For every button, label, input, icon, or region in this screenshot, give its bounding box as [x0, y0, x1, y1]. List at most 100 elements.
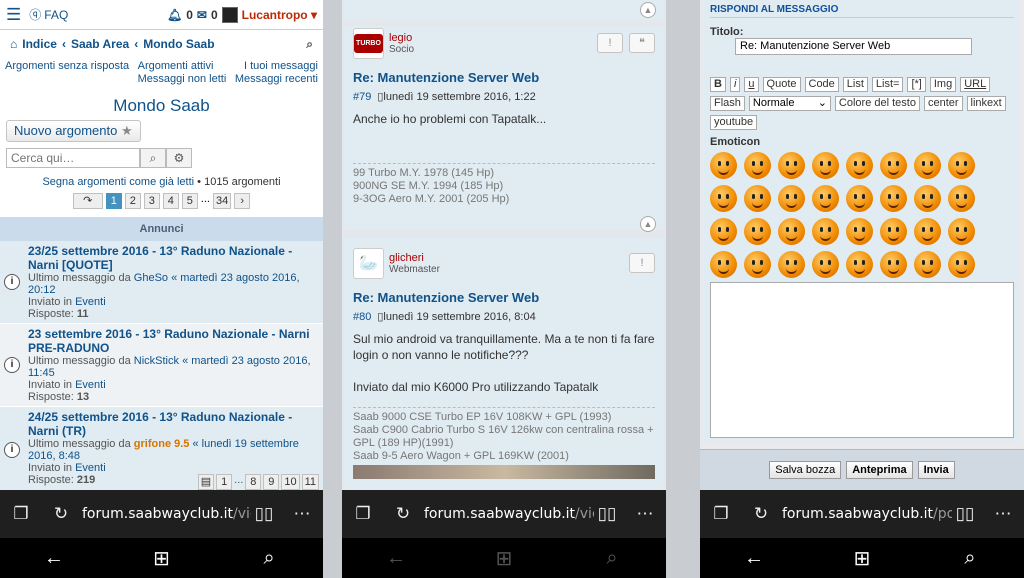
topic-title[interactable]: 24/25 settembre 2016 - 13° Raduno Nazion…: [28, 410, 319, 438]
smiley-icon[interactable]: [710, 185, 737, 212]
more-icon[interactable]: ⋯: [289, 501, 315, 527]
url-field[interactable]: forum.saabwayclub.it/pos: [782, 506, 952, 522]
search-icon[interactable]: ⌕: [140, 148, 166, 168]
preview-button[interactable]: Anteprima: [846, 461, 913, 479]
url-button[interactable]: URL: [960, 77, 991, 92]
title-input[interactable]: Re: Manutenzione Server Web: [735, 38, 972, 55]
page-button[interactable]: 10: [281, 474, 300, 490]
avatar[interactable]: 🦢: [353, 247, 384, 279]
reading-view-icon[interactable]: ▯▯: [594, 501, 620, 527]
smiley-icon[interactable]: [880, 152, 907, 179]
page-button[interactable]: 11: [301, 474, 319, 490]
search-icon[interactable]: ⌕: [306, 37, 313, 52]
list-item[interactable]: i 23 settembre 2016 - 13° Raduno Naziona…: [0, 324, 323, 407]
back-to-top-icon[interactable]: ▲: [640, 2, 656, 18]
topic-forum[interactable]: Eventi: [75, 296, 106, 308]
smiley-icon[interactable]: [812, 152, 839, 179]
smiley-icon[interactable]: [880, 251, 907, 278]
smiley-icon[interactable]: [744, 185, 771, 212]
list-ordered-button[interactable]: List=: [871, 77, 904, 92]
link-active[interactable]: Argomenti attivi: [138, 60, 214, 72]
smiley-icon[interactable]: [914, 251, 941, 278]
topic-user[interactable]: NickStick: [134, 355, 179, 367]
smiley-icon[interactable]: [948, 251, 975, 278]
smiley-icon[interactable]: [778, 251, 805, 278]
bell-icon[interactable]: 🔔︎: [167, 8, 182, 22]
crumb-saab-area[interactable]: Saab Area: [71, 37, 129, 51]
smiley-icon[interactable]: [948, 185, 975, 212]
smiley-icon[interactable]: [744, 218, 771, 245]
smiley-icon[interactable]: [812, 218, 839, 245]
search-icon[interactable]: ⌕: [950, 547, 990, 570]
smiley-icon[interactable]: [846, 152, 873, 179]
post-author[interactable]: glicheri: [389, 252, 440, 264]
smiley-icon[interactable]: [744, 152, 771, 179]
smiley-icon[interactable]: [812, 251, 839, 278]
list-item[interactable]: i 23/25 settembre 2016 - 13° Raduno Nazi…: [0, 241, 323, 324]
page-button[interactable]: 5: [181, 193, 198, 209]
report-button[interactable]: !: [629, 253, 655, 273]
back-icon[interactable]: ←: [376, 547, 416, 570]
smiley-icon[interactable]: [948, 218, 975, 245]
list-button[interactable]: List: [842, 77, 868, 92]
smiley-icon[interactable]: [948, 152, 975, 179]
page-button[interactable]: 1: [216, 474, 233, 490]
more-icon[interactable]: ⋯: [632, 501, 658, 527]
code-button[interactable]: Code: [804, 77, 839, 92]
post-title[interactable]: Re: Manutenzione Server Web: [353, 70, 655, 85]
list-item-button[interactable]: [*]: [907, 77, 926, 92]
reading-view-icon[interactable]: ▯▯: [952, 501, 978, 527]
avatar[interactable]: [221, 6, 238, 23]
crumb-index[interactable]: Indice: [22, 37, 57, 51]
smiley-icon[interactable]: [710, 152, 737, 179]
page-button[interactable]: 2: [124, 193, 141, 209]
topic-forum[interactable]: Eventi: [75, 379, 106, 391]
youtube-button[interactable]: youtube: [710, 115, 758, 130]
post-author[interactable]: legio: [389, 32, 414, 44]
crumb-mondo-saab[interactable]: Mondo Saab: [143, 37, 214, 51]
windows-icon[interactable]: ⊞: [484, 546, 524, 571]
topic-title[interactable]: 23 settembre 2016 - 13° Raduno Nazionale…: [28, 327, 319, 355]
page-button[interactable]: 3: [143, 193, 160, 209]
smiley-icon[interactable]: [744, 251, 771, 278]
search-icon[interactable]: ⌕: [592, 547, 632, 570]
bold-button[interactable]: B: [710, 77, 726, 92]
save-draft-button[interactable]: Salva bozza: [769, 461, 842, 479]
link-unanswered[interactable]: Argomenti senza risposta: [5, 60, 129, 72]
refresh-icon[interactable]: ↻: [48, 501, 74, 527]
tabs-icon[interactable]: ❐: [708, 501, 734, 527]
menu-icon[interactable]: ☰: [6, 5, 21, 25]
gear-icon[interactable]: ⚙: [166, 148, 192, 168]
refresh-icon[interactable]: ↻: [748, 501, 774, 527]
url-field[interactable]: forum.saabwayclub.it/vie: [424, 506, 594, 522]
page-button[interactable]: 1: [105, 193, 122, 209]
mark-read-link[interactable]: Segna argomenti come già letti: [42, 176, 194, 188]
smiley-icon[interactable]: [778, 185, 805, 212]
more-icon[interactable]: ⋯: [990, 501, 1016, 527]
smiley-icon[interactable]: [846, 218, 873, 245]
smiley-icon[interactable]: [812, 185, 839, 212]
link-recent[interactable]: Messaggi recenti: [235, 73, 318, 85]
smiley-icon[interactable]: [914, 152, 941, 179]
search-icon[interactable]: ⌕: [249, 547, 289, 570]
smiley-icon[interactable]: [846, 185, 873, 212]
back-icon[interactable]: ←: [734, 547, 774, 570]
smiley-icon[interactable]: [710, 218, 737, 245]
tabs-icon[interactable]: ❐: [350, 501, 376, 527]
avatar[interactable]: TURBO: [353, 27, 384, 59]
back-icon[interactable]: ←: [34, 547, 74, 570]
smiley-icon[interactable]: [880, 218, 907, 245]
search-input[interactable]: [6, 148, 140, 168]
page-button[interactable]: 8: [245, 474, 262, 490]
new-topic-button[interactable]: Nuovo argomento ★: [6, 120, 141, 142]
faq-link[interactable]: ⓠ FAQ: [29, 6, 68, 23]
jump-icon[interactable]: ↷: [72, 193, 103, 209]
smiley-icon[interactable]: [880, 185, 907, 212]
smiley-icon[interactable]: [710, 251, 737, 278]
smiley-icon[interactable]: [778, 152, 805, 179]
color-button[interactable]: Colore del testo: [834, 96, 920, 111]
list-item[interactable]: i 24/25 settembre 2016 - 13° Raduno Nazi…: [0, 407, 323, 490]
quote-button[interactable]: Quote: [762, 77, 801, 92]
tabs-icon[interactable]: ❐: [8, 501, 34, 527]
next-page-icon[interactable]: ›: [234, 193, 251, 209]
